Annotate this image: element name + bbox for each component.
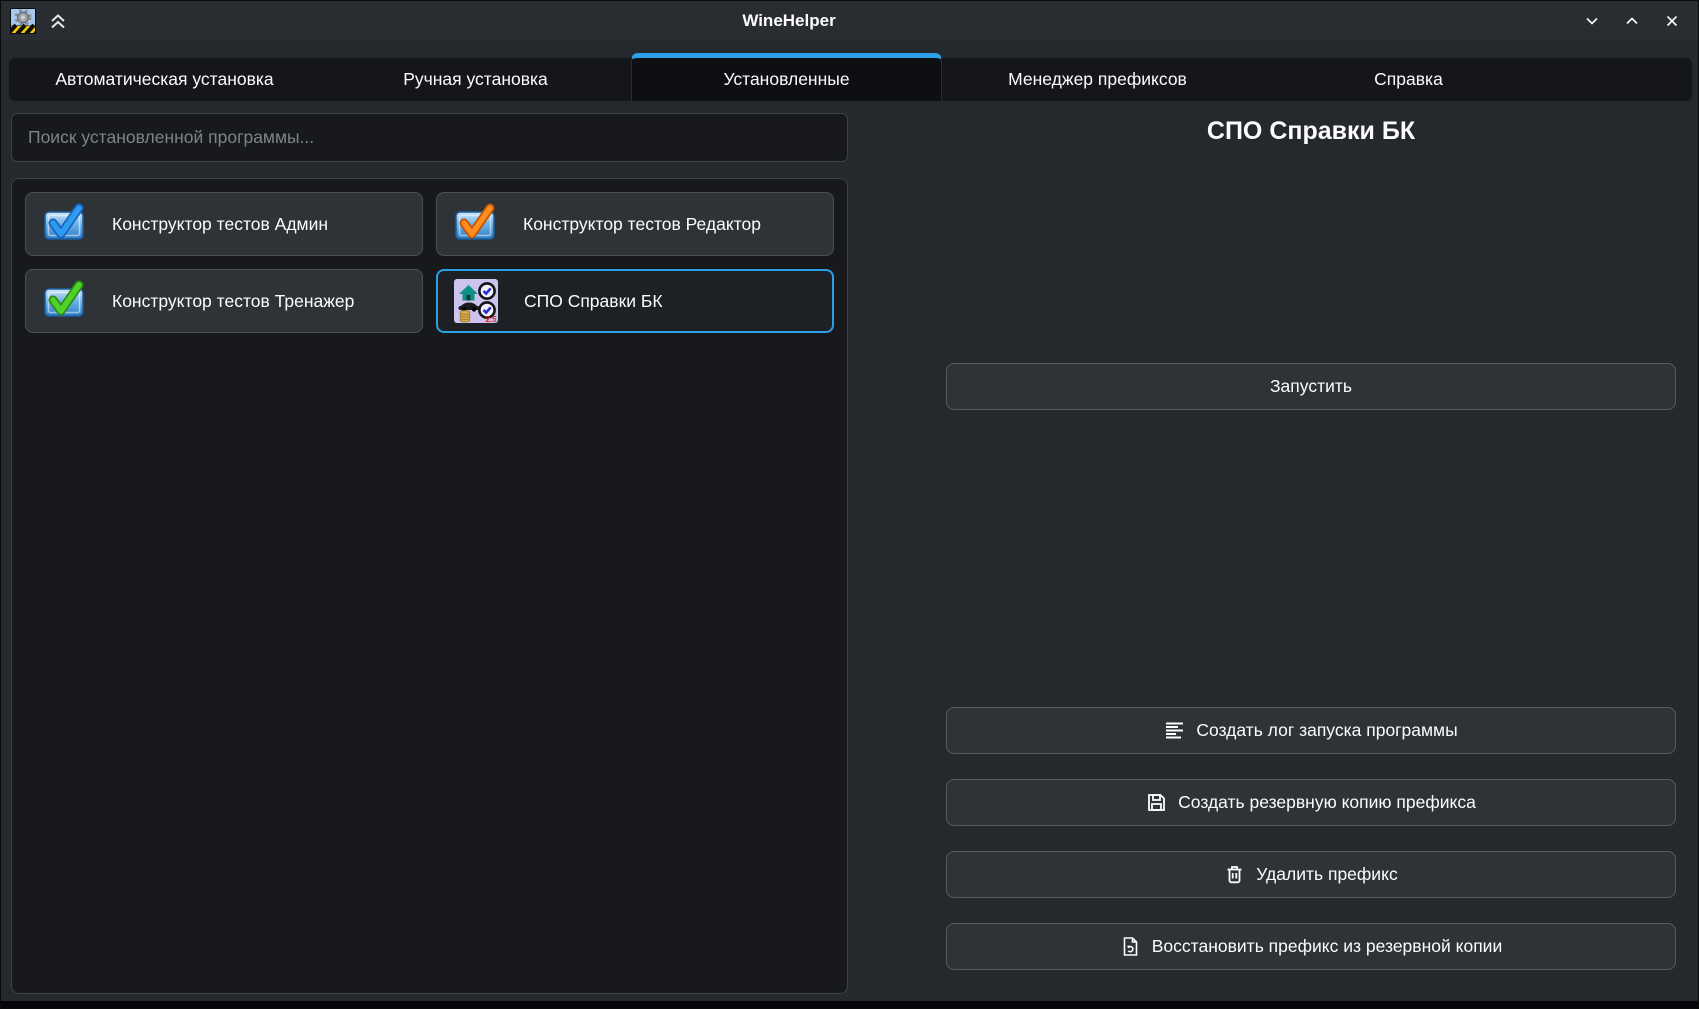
tab-manual-install[interactable]: Ручная установка: [320, 58, 631, 101]
restore-prefix-label: Восстановить префикс из резервной копии: [1152, 936, 1502, 957]
winehelper-window: WineHelper Автоматическая установка: [0, 0, 1699, 1009]
backup-prefix-label: Создать резервную копию префикса: [1178, 792, 1476, 813]
titlebar: WineHelper: [1, 1, 1698, 41]
tab-auto-install[interactable]: Автоматическая установка: [9, 58, 320, 101]
delete-prefix-button[interactable]: Удалить префикс: [946, 851, 1676, 898]
installed-programs-list: Конструктор тестов Админ Конструктор тес…: [11, 178, 848, 994]
tab-bar: Автоматическая установка Ручная установк…: [9, 58, 1692, 101]
trash-icon: [1224, 864, 1245, 885]
green-check-screen-icon: [42, 279, 86, 323]
window-bottom-edge: [1, 1001, 1698, 1009]
program-name: Конструктор тестов Админ: [112, 214, 328, 235]
search-input[interactable]: [11, 113, 848, 162]
create-log-label: Создать лог запуска программы: [1196, 720, 1457, 741]
minimize-button[interactable]: [1572, 1, 1612, 41]
floppy-save-icon: [1146, 792, 1167, 813]
blue-check-screen-icon: [42, 202, 86, 246]
window-controls: [1572, 1, 1692, 41]
program-name: Конструктор тестов Тренажер: [112, 291, 354, 312]
program-name: СПО Справки БК: [524, 291, 663, 312]
orange-check-screen-icon: [453, 202, 497, 246]
close-button[interactable]: [1652, 1, 1692, 41]
selected-program-title: СПО Справки БК: [946, 117, 1676, 146]
tab-help[interactable]: Справка: [1253, 58, 1564, 101]
svg-text:2.5: 2.5: [485, 315, 497, 323]
program-name: Конструктор тестов Редактор: [523, 214, 761, 235]
backup-prefix-button[interactable]: Создать резервную копию префикса: [946, 779, 1676, 826]
program-item-konstruktor-redaktor[interactable]: Конструктор тестов Редактор: [436, 192, 834, 256]
spo-spravki-app-icon: 2.5: [454, 279, 498, 323]
document-restore-icon: [1120, 936, 1141, 957]
program-item-konstruktor-trenazher[interactable]: Конструктор тестов Тренажер: [25, 269, 423, 333]
run-button[interactable]: Запустить: [946, 363, 1676, 410]
tab-prefix-manager[interactable]: Менеджер префиксов: [942, 58, 1253, 101]
create-log-button[interactable]: Создать лог запуска программы: [946, 707, 1676, 754]
delete-prefix-label: Удалить префикс: [1256, 864, 1397, 885]
log-lines-icon: [1164, 720, 1185, 741]
window-title: WineHelper: [1, 1, 1577, 41]
restore-prefix-button[interactable]: Восстановить префикс из резервной копии: [946, 923, 1676, 970]
tab-installed[interactable]: Установленные: [631, 53, 942, 101]
run-button-label: Запустить: [1270, 376, 1352, 397]
program-item-konstruktor-admin[interactable]: Конструктор тестов Админ: [25, 192, 423, 256]
maximize-button[interactable]: [1612, 1, 1652, 41]
program-item-spo-spravki-bk[interactable]: 2.5 СПО Справки БК: [436, 269, 834, 333]
